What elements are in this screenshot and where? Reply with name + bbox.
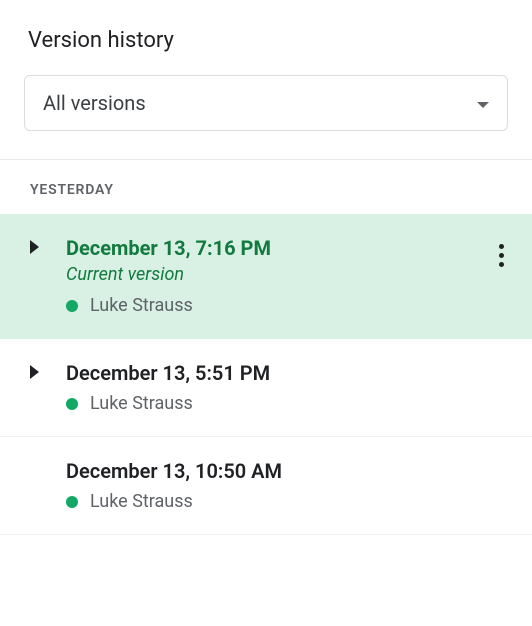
- version-item[interactable]: December 13, 10:50 AM Luke Strauss: [0, 437, 532, 535]
- expand-triangle-icon[interactable]: [30, 240, 39, 254]
- version-filter-dropdown[interactable]: All versions: [24, 75, 508, 131]
- editor-row: Luke Strauss: [66, 393, 510, 414]
- expand-col: [30, 361, 66, 379]
- editor-color-dot: [66, 496, 78, 508]
- version-body: December 13, 7:16 PM Current version Luk…: [66, 236, 510, 316]
- version-item[interactable]: December 13, 7:16 PM Current version Luk…: [0, 214, 532, 339]
- editor-color-dot: [66, 300, 78, 312]
- editor-row: Luke Strauss: [66, 295, 510, 316]
- overflow-menu-button[interactable]: [495, 240, 508, 271]
- expand-col: [30, 236, 66, 254]
- version-history-panel: Version history All versions YESTERDAY D…: [0, 0, 532, 535]
- expand-col: [30, 459, 66, 463]
- version-subtitle: Current version: [66, 264, 510, 285]
- editor-row: Luke Strauss: [66, 491, 510, 512]
- dots-vertical-icon: [499, 253, 504, 258]
- version-body: December 13, 5:51 PM Luke Strauss: [66, 361, 510, 414]
- version-timestamp: December 13, 10:50 AM: [66, 459, 510, 483]
- editor-name: Luke Strauss: [90, 295, 193, 316]
- version-timestamp: December 13, 5:51 PM: [66, 361, 510, 385]
- editor-name: Luke Strauss: [90, 393, 193, 414]
- chevron-down-icon: [477, 94, 489, 113]
- dots-vertical-icon: [499, 244, 504, 249]
- version-item[interactable]: December 13, 5:51 PM Luke Strauss: [0, 339, 532, 437]
- section-label: YESTERDAY: [0, 160, 532, 214]
- filter-selected-label: All versions: [43, 91, 146, 115]
- editor-color-dot: [66, 398, 78, 410]
- version-body: December 13, 10:50 AM Luke Strauss: [66, 459, 510, 512]
- editor-name: Luke Strauss: [90, 491, 193, 512]
- expand-triangle-icon[interactable]: [30, 365, 39, 379]
- panel-title: Version history: [0, 28, 532, 53]
- version-timestamp: December 13, 7:16 PM: [66, 236, 510, 260]
- dots-vertical-icon: [499, 262, 504, 267]
